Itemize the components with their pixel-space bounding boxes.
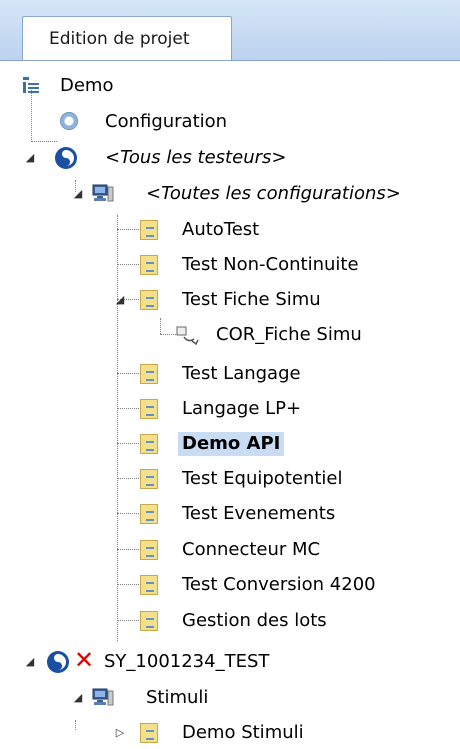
script-icon [140,611,158,631]
script-icon [140,290,158,310]
node-label: Langage LP+ [182,398,302,419]
tree-node-item[interactable]: Test Equipotentiel [0,461,460,497]
node-label: Test Fiche Simu [182,289,321,310]
tree-node-tester[interactable]: ◢ ✕ SY_1001234_TEST [0,644,460,680]
tester-icon [55,147,77,169]
script-icon [140,540,158,560]
node-label: COR_Fiche Simu [216,324,362,345]
tree-node-item[interactable]: COR_Fiche Simu [0,317,460,353]
tree-node-all-testers[interactable]: ◢ <Tous les testeurs> [0,140,460,176]
script-icon [140,255,158,275]
node-label: Demo [60,75,114,96]
computer-icon [92,688,114,706]
node-label: Test Evenements [182,503,336,524]
node-label: SY_1001234_TEST [104,651,270,672]
node-label: Test Conversion 4200 [182,574,376,595]
tree-node-item[interactable]: Test Langage [0,356,460,392]
node-label: Demo API [178,432,285,456]
script-icon [140,723,158,743]
tree-node-item[interactable]: Test Evenements [0,496,460,532]
node-label: Test Equipotentiel [182,468,343,489]
tab-label: Edition de projet [49,29,190,49]
error-x-icon: ✕ [74,646,95,674]
collapsed-arrow-icon[interactable]: ▷ [114,727,126,739]
script-icon [140,575,158,595]
expanded-arrow-icon[interactable]: ◢ [114,294,126,306]
link-icon [176,326,199,346]
node-label: Test Non-Continuite [182,254,359,275]
script-icon [140,469,158,489]
tree-node-configuration[interactable]: Configuration [0,104,460,140]
tree-node-demo[interactable]: Demo [0,68,460,104]
script-icon [140,364,158,384]
tree-node-demo-stimuli[interactable]: ▷ Demo Stimuli [0,715,460,749]
node-label: Stimuli [146,687,209,708]
tree-node-item[interactable]: Gestion des lots [0,603,460,639]
script-icon [140,504,158,524]
tree-node-item[interactable]: Connecteur MC [0,532,460,568]
tree-node-all-configurations[interactable]: ◢ <Toutes les configurations> [0,176,460,212]
expanded-arrow-icon[interactable]: ◢ [24,152,36,164]
node-label: Demo Stimuli [182,722,304,743]
expanded-arrow-icon[interactable]: ◢ [72,188,84,200]
tree-node-item[interactable]: ◢ Test Fiche Simu [0,282,460,318]
tree-node-item[interactable]: AutoTest [0,212,460,248]
tree-node-item-selected[interactable]: Demo API [0,426,460,462]
gear-icon [60,112,78,130]
computer-icon [92,184,114,202]
node-label: <Toutes les configurations> [146,183,401,204]
tree-node-item[interactable]: Test Non-Continuite [0,247,460,283]
tree-node-stimuli[interactable]: ◢ Stimuli [0,680,460,716]
node-label: <Tous les testeurs> [105,147,287,168]
project-tree[interactable]: Demo Configuration ◢ <Tous les testeurs>… [0,60,460,749]
node-label: Test Langage [182,363,301,384]
script-icon [140,434,158,454]
expanded-arrow-icon[interactable]: ◢ [72,692,84,704]
tree-root-icon [23,77,39,93]
node-label: Connecteur MC [182,539,321,560]
script-icon [140,220,158,240]
expanded-arrow-icon[interactable]: ◢ [24,656,36,668]
tab-bar: Edition de projet [0,0,460,61]
node-label: Configuration [105,111,228,132]
tree-node-item[interactable]: Test Conversion 4200 [0,567,460,603]
tab-edition-de-projet[interactable]: Edition de projet [22,16,232,60]
node-label: AutoTest [182,219,260,240]
script-icon [140,399,158,419]
node-label: Gestion des lots [182,610,327,631]
tester-icon [47,651,69,673]
tree-node-item[interactable]: Langage LP+ [0,391,460,427]
